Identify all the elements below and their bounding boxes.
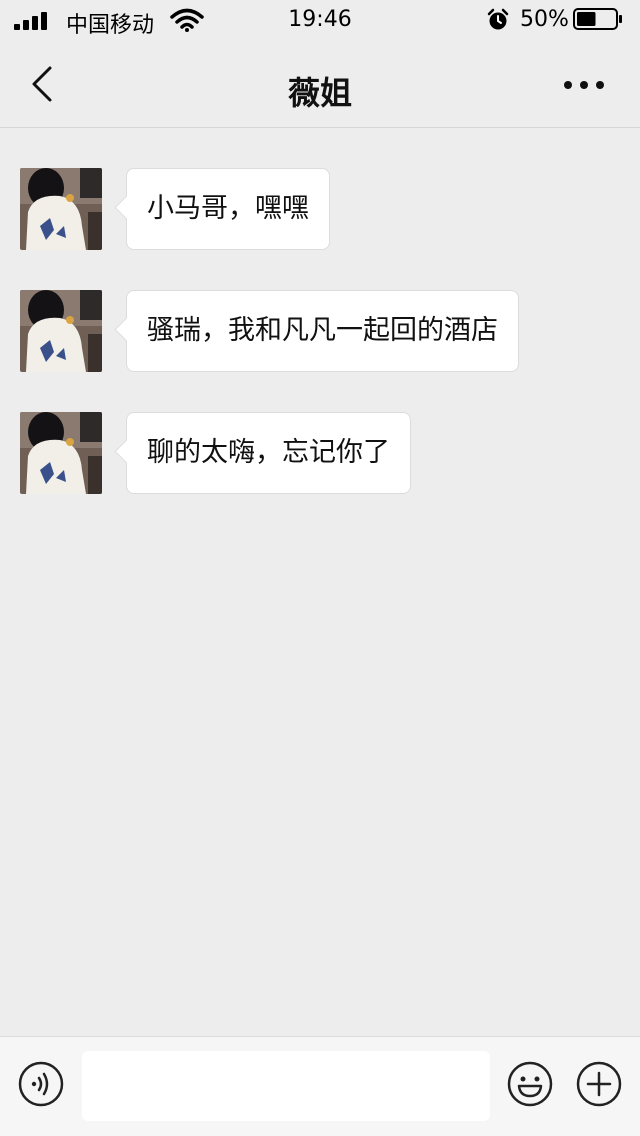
message-input[interactable]: [82, 1051, 490, 1121]
battery-percent: 50%: [520, 7, 569, 32]
chat-title: 薇姐: [287, 74, 352, 112]
plus-icon[interactable]: [576, 1061, 622, 1107]
message-bubble[interactable]: 小马哥，嘿嘿: [126, 168, 330, 250]
avatar[interactable]: [20, 168, 102, 250]
voice-icon[interactable]: [18, 1061, 64, 1107]
message-bubble[interactable]: 骚瑞，我和凡凡一起回的酒店: [126, 290, 519, 372]
nav-bar: 薇姐: [0, 40, 640, 128]
input-bar: [0, 1036, 640, 1136]
alarm-icon: [487, 8, 509, 30]
emoji-icon[interactable]: [507, 1061, 553, 1107]
status-bar: 中国移动 19:46 50%: [0, 0, 640, 40]
avatar[interactable]: [20, 290, 102, 372]
avatar[interactable]: [20, 412, 102, 494]
battery-icon: [573, 8, 622, 30]
chat-screen: 中国移动 19:46 50% 薇姐 小马哥，嘿嘿 骚瑞，我和凡凡一起回的酒店 聊…: [0, 0, 640, 1136]
message-bubble[interactable]: 聊的太嗨，忘记你了: [126, 412, 411, 494]
more-dots-icon[interactable]: [560, 70, 608, 100]
